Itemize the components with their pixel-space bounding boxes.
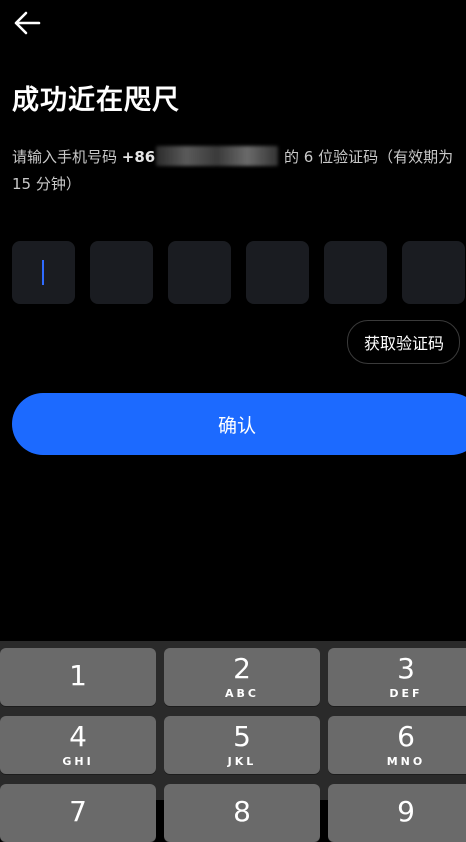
key-3[interactable]: 3 DEF <box>328 648 466 706</box>
key-2[interactable]: 2 ABC <box>164 648 320 706</box>
numeric-keypad: 1 2 ABC 3 DEF 4 GHI 5 JKL 6 MNO 7 8 9 <box>0 641 466 842</box>
verification-description: 请输入手机号码 +86 的 6 位验证码（有效期为 15 分钟） <box>12 144 462 198</box>
page-title: 成功近在咫尺 <box>12 85 180 116</box>
key-1[interactable]: 1 <box>0 648 156 706</box>
code-digit-box[interactable] <box>90 241 153 304</box>
masked-phone-number <box>156 146 279 166</box>
key-number: 4 <box>69 720 87 753</box>
arrow-left-icon <box>14 11 41 35</box>
back-button[interactable] <box>10 6 44 40</box>
key-6[interactable]: 6 MNO <box>328 716 466 774</box>
key-letters: DEF <box>389 687 423 700</box>
key-number: 3 <box>397 652 415 685</box>
phone-prefix: +86 <box>121 148 156 166</box>
key-9[interactable]: 9 <box>328 784 466 842</box>
key-letters: GHI <box>62 755 94 768</box>
key-number: 1 <box>69 659 87 692</box>
code-digit-box[interactable] <box>324 241 387 304</box>
key-number: 7 <box>69 795 87 828</box>
get-code-button[interactable]: 获取验证码 <box>347 320 461 364</box>
key-letters: MNO <box>386 755 426 768</box>
code-digit-box[interactable] <box>246 241 309 304</box>
text-cursor <box>42 260 44 285</box>
key-7[interactable]: 7 <box>0 784 156 842</box>
key-letters: JKL <box>227 755 257 768</box>
key-number: 9 <box>397 795 415 828</box>
key-letters: ABC <box>225 687 259 700</box>
key-number: 5 <box>233 720 251 753</box>
key-number: 6 <box>397 720 415 753</box>
key-8[interactable]: 8 <box>164 784 320 842</box>
description-text-before: 请输入手机号码 <box>12 148 122 166</box>
confirm-button[interactable]: 确认 <box>12 393 466 455</box>
key-5[interactable]: 5 JKL <box>164 716 320 774</box>
code-digit-box[interactable] <box>168 241 231 304</box>
key-number: 8 <box>233 795 251 828</box>
code-digit-box[interactable] <box>402 241 465 304</box>
key-number: 2 <box>233 652 251 685</box>
code-digit-box[interactable] <box>12 241 75 304</box>
verification-code-input[interactable] <box>12 241 465 304</box>
key-4[interactable]: 4 GHI <box>0 716 156 774</box>
